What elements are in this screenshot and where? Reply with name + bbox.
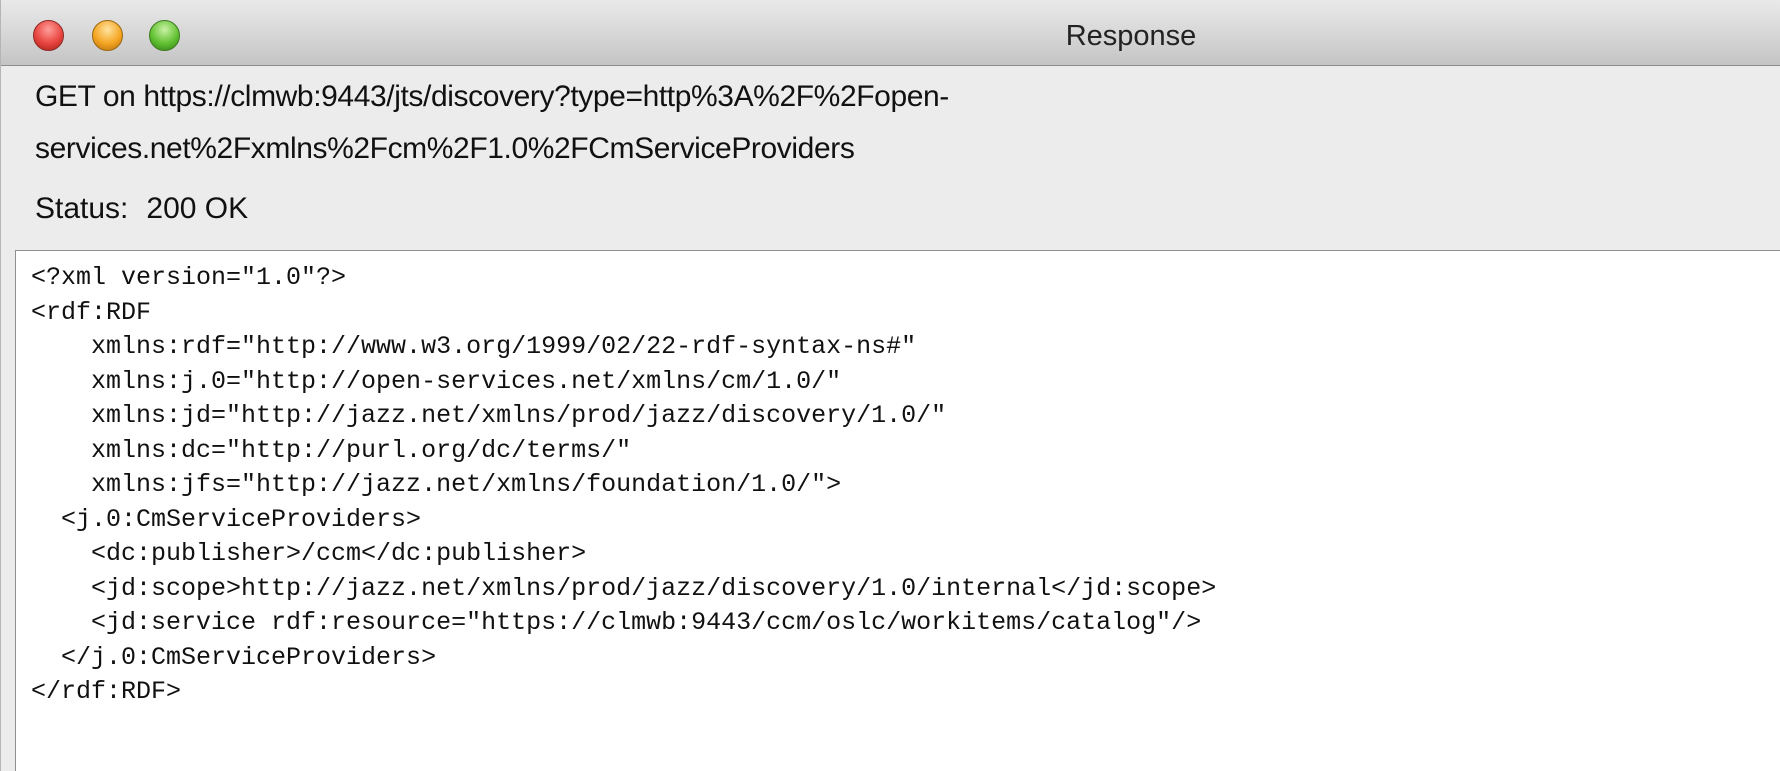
status-value: 200 OK xyxy=(146,192,249,225)
xml-line: xmlns:jfs="http://jazz.net/xmlns/foundat… xyxy=(31,470,842,499)
response-body-text-area[interactable]: <?xml version="1.0"?> <rdf:RDF xmlns:rdf… xyxy=(15,250,1780,771)
status-row: Status: 200 OK xyxy=(35,192,248,226)
xml-line: xmlns:jd="http://jazz.net/xmlns/prod/jaz… xyxy=(31,401,947,430)
request-line-1: GET on https://clmwb:9443/jts/discovery?… xyxy=(35,80,949,113)
response-body-content[interactable]: <?xml version="1.0"?> <rdf:RDF xmlns:rdf… xyxy=(31,261,1216,710)
xml-line: <jd:service rdf:resource="https://clmwb:… xyxy=(31,608,1202,637)
status-label: Status: xyxy=(35,192,129,225)
xml-line: xmlns:rdf="http://www.w3.org/1999/02/22-… xyxy=(31,332,917,361)
xml-line: <dc:publisher>/ccm</dc:publisher> xyxy=(31,539,587,568)
xml-line: <?xml version="1.0"?> xyxy=(31,263,347,292)
response-window: Response GET on https://clmwb:9443/jts/d… xyxy=(0,0,1780,771)
request-line-2: services.net%2Fxmlns%2Fcm%2F1.0%2FCmServ… xyxy=(35,132,855,165)
xml-line: <jd:scope>http://jazz.net/xmlns/prod/jaz… xyxy=(31,573,1217,603)
xml-line: xmlns:dc="http://purl.org/dc/terms/" xyxy=(31,435,632,465)
xml-line: xmlns:j.0="http://open-services.net/xmln… xyxy=(31,366,842,396)
xml-line: <rdf:RDF xyxy=(31,297,152,327)
window-title: Response xyxy=(1065,20,1197,52)
xml-line: </rdf:RDF> xyxy=(31,677,182,706)
title-bar[interactable]: Response xyxy=(1,0,1780,66)
xml-line: <j.0:CmServiceProviders> xyxy=(31,504,422,534)
xml-line: </j.0:CmServiceProviders> xyxy=(31,642,437,672)
